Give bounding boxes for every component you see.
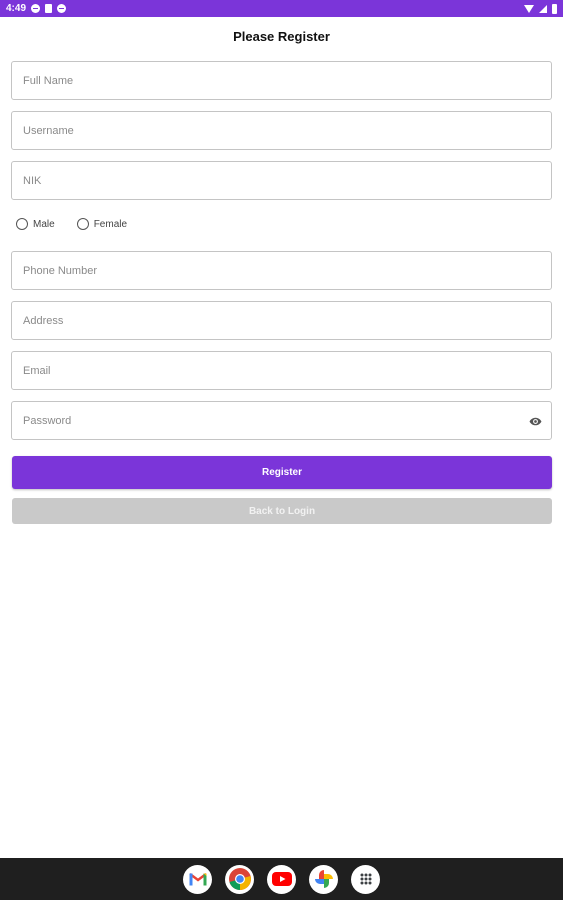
radio-male-circle[interactable] bbox=[16, 218, 28, 230]
battery-icon bbox=[552, 3, 557, 14]
register-button[interactable]: Register bbox=[12, 456, 552, 489]
status-bar: 4:49 bbox=[0, 0, 563, 17]
radio-female-label: Female bbox=[93, 218, 128, 230]
gender-radio-group: Male Female bbox=[16, 216, 127, 232]
status-time: 4:49 bbox=[6, 3, 27, 14]
phone-input[interactable] bbox=[12, 252, 551, 289]
phone-field[interactable] bbox=[11, 251, 552, 290]
back-to-login-button[interactable]: Back to Login bbox=[12, 498, 552, 524]
sd-card-icon bbox=[45, 4, 53, 13]
page-title: Please Register bbox=[233, 29, 330, 44]
username-input[interactable] bbox=[12, 112, 551, 149]
radio-female[interactable]: Female bbox=[76, 218, 128, 230]
nik-field[interactable] bbox=[11, 161, 552, 200]
nik-input[interactable] bbox=[12, 162, 551, 199]
radio-female-circle[interactable] bbox=[76, 218, 89, 230]
sync-icon bbox=[31, 4, 41, 13]
status-bar-right bbox=[524, 3, 557, 14]
gmail-icon[interactable] bbox=[183, 864, 212, 894]
password-field[interactable] bbox=[11, 401, 552, 440]
photos-icon[interactable] bbox=[309, 864, 338, 894]
app-drawer-icon[interactable] bbox=[351, 864, 380, 894]
signal-icon bbox=[539, 4, 547, 13]
password-input[interactable] bbox=[12, 402, 551, 439]
radio-male[interactable]: Male bbox=[16, 218, 55, 230]
email-input[interactable] bbox=[12, 352, 551, 389]
email-field[interactable] bbox=[11, 351, 552, 390]
navigation-dock bbox=[0, 858, 563, 900]
youtube-icon[interactable] bbox=[267, 864, 296, 894]
username-field[interactable] bbox=[11, 111, 552, 150]
chrome-icon[interactable] bbox=[225, 864, 254, 894]
eye-icon[interactable] bbox=[529, 415, 542, 428]
radio-male-label: Male bbox=[33, 218, 55, 230]
register-screen: 4:49 Please Register Male Female bbox=[0, 0, 563, 900]
sync-icon-2 bbox=[57, 4, 67, 13]
status-bar-left: 4:49 bbox=[6, 3, 67, 14]
address-field[interactable] bbox=[11, 301, 552, 340]
wifi-icon bbox=[524, 4, 534, 13]
address-input[interactable] bbox=[12, 302, 551, 339]
full-name-input[interactable] bbox=[12, 62, 551, 99]
full-name-field[interactable] bbox=[11, 61, 552, 100]
